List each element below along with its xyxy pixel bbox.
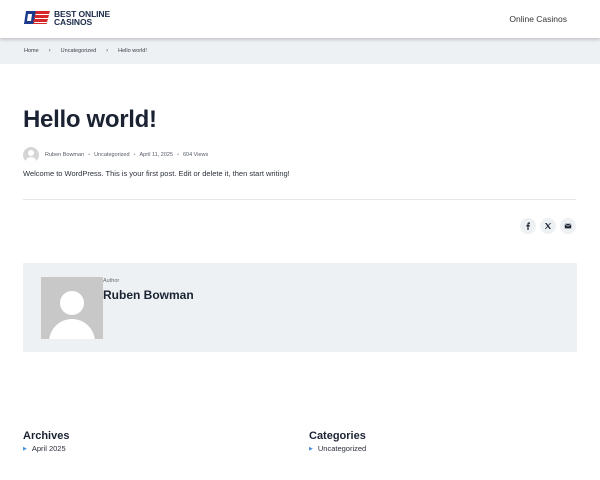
author-box: Author Ruben Bowman <box>23 263 577 352</box>
author-name-link[interactable]: Ruben Bowman <box>103 288 194 302</box>
facebook-icon <box>526 222 530 230</box>
meta-separator: • <box>133 152 136 158</box>
archives-list: ▶ April 2025 <box>23 444 69 453</box>
chevron-right-icon: › <box>106 48 109 54</box>
site-logo[interactable]: BEST ONLINE CASINOS <box>23 9 110 26</box>
archives-title: Archives <box>23 430 70 442</box>
breadcrumb-home[interactable]: Home <box>24 48 39 54</box>
list-item: ▶ Uncategorized <box>309 444 366 453</box>
categories-title: Categories <box>309 430 366 442</box>
chevron-right-icon: › <box>48 48 51 54</box>
flag-logo-icon <box>24 11 50 24</box>
meta-separator: • <box>177 152 179 158</box>
archive-link[interactable]: April 2025 <box>32 444 66 453</box>
author-label: Author <box>103 278 120 284</box>
share-email-button[interactable] <box>560 218 576 234</box>
logo-text: BEST ONLINE CASINOS <box>54 9 110 27</box>
triangle-right-icon: ▶ <box>23 445 27 452</box>
meta-author-link[interactable]: Ruben Bowman <box>45 152 84 158</box>
avatar-head-shape <box>60 291 84 315</box>
category-link[interactable]: Uncategorized <box>318 444 366 453</box>
site-header: BEST ONLINE CASINOS Online Casinos <box>0 0 600 38</box>
categories-widget: Categories ▶ Uncategorized <box>309 430 366 453</box>
avatar-body-shape <box>49 319 95 339</box>
email-icon <box>564 223 572 229</box>
breadcrumb-current: Hello world! <box>118 48 147 54</box>
archives-widget: Archives ▶ April 2025 <box>23 430 69 453</box>
share-buttons <box>520 218 576 234</box>
meta-views: 604 Views <box>182 152 209 158</box>
meta-category-link[interactable]: Uncategorized <box>94 152 129 158</box>
x-icon <box>545 222 551 230</box>
post-content: Welcome to WordPress. This is your first… <box>23 169 290 178</box>
author-image-icon[interactable] <box>41 277 103 339</box>
meta-date: April 11, 2025 <box>139 152 174 158</box>
breadcrumb-bar: Home › Uncategorized › Hello world! <box>0 38 600 64</box>
list-item: ▶ April 2025 <box>23 444 69 453</box>
breadcrumb: Home › Uncategorized › Hello world! <box>24 48 147 54</box>
categories-list: ▶ Uncategorized <box>309 444 366 453</box>
share-facebook-button[interactable] <box>520 218 536 234</box>
author-avatar-icon[interactable] <box>23 147 39 163</box>
logo-line-2: CASINOS <box>54 16 93 27</box>
meta-separator: • <box>88 152 91 158</box>
nav-online-casinos[interactable]: Online Casinos <box>509 14 567 24</box>
post-meta: Ruben Bowman • Uncategorized • April 11,… <box>23 147 208 163</box>
content-divider <box>23 199 576 200</box>
breadcrumb-category[interactable]: Uncategorized <box>61 48 96 54</box>
post-title: Hello world! <box>23 106 157 133</box>
share-x-button[interactable] <box>540 218 556 234</box>
triangle-right-icon: ▶ <box>309 445 313 452</box>
